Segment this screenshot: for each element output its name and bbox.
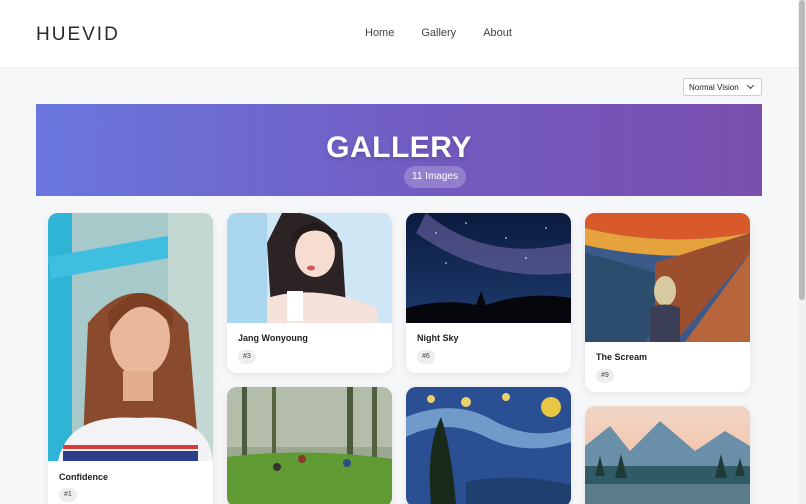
card-image [406,213,571,323]
card-title: Night Sky [417,333,459,343]
card-tag: #6 [417,350,435,364]
page-title: GALLERY [326,131,472,164]
gallery-card[interactable] [406,387,571,504]
site-header: HUEVID Home Gallery About [0,0,798,68]
nav-gallery[interactable]: Gallery [421,27,456,39]
gallery-card[interactable]: Jang Wonyoung #3 [227,213,392,373]
vision-mode-select[interactable]: Normal Vision [683,78,762,96]
gallery-card[interactable] [585,406,750,504]
card-tag: #1 [59,488,77,502]
brand-logo[interactable]: HUEVID [36,24,120,46]
gallery-card[interactable]: The Scream #9 [585,213,750,392]
card-image [48,213,213,461]
page-scrollbar[interactable] [798,0,806,504]
chevron-down-icon [746,81,755,90]
gallery-banner: GALLERY 11 Images [36,104,762,196]
card-image [227,387,392,504]
card-image [585,406,750,504]
vision-mode-value: Normal Vision [689,82,739,92]
card-tag: #9 [596,369,614,383]
main-nav: Home Gallery About [365,27,512,39]
card-title: Confidence [59,472,109,482]
card-tag: #3 [238,350,256,364]
card-image [227,213,392,323]
nav-about[interactable]: About [483,27,512,39]
gallery-card[interactable]: Night Sky #6 [406,213,571,373]
card-title: The Scream [596,352,648,362]
gallery-card[interactable]: Confidence #1 [48,213,213,504]
image-count-badge: 11 Images [404,166,466,188]
scrollbar-thumb[interactable] [799,0,805,300]
card-title: Jang Wonyoung [238,333,308,343]
card-image [585,213,750,342]
nav-home[interactable]: Home [365,27,394,39]
gallery-card[interactable] [227,387,392,504]
card-image [406,387,571,504]
